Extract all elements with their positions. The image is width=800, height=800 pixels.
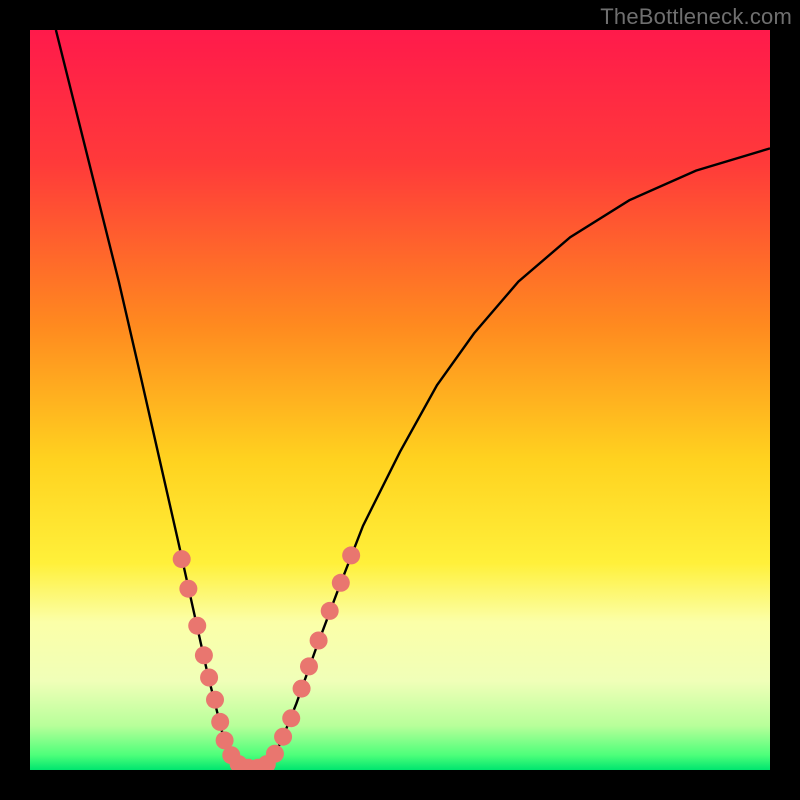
curve-marker xyxy=(274,728,292,746)
chart-frame: TheBottleneck.com xyxy=(0,0,800,800)
curve-marker xyxy=(321,602,339,620)
curve-marker xyxy=(188,617,206,635)
plot-area xyxy=(30,30,770,770)
curve-marker xyxy=(200,669,218,687)
bottleneck-chart xyxy=(30,30,770,770)
gradient-background xyxy=(30,30,770,770)
curve-marker xyxy=(206,691,224,709)
curve-marker xyxy=(179,580,197,598)
curve-marker xyxy=(332,574,350,592)
curve-marker xyxy=(310,632,328,650)
curve-marker xyxy=(173,550,191,568)
watermark-label: TheBottleneck.com xyxy=(600,4,792,30)
curve-marker xyxy=(282,709,300,727)
curve-marker xyxy=(266,745,284,763)
curve-marker xyxy=(211,713,229,731)
curve-marker xyxy=(195,646,213,664)
curve-marker xyxy=(300,657,318,675)
curve-marker xyxy=(342,546,360,564)
curve-marker xyxy=(293,680,311,698)
